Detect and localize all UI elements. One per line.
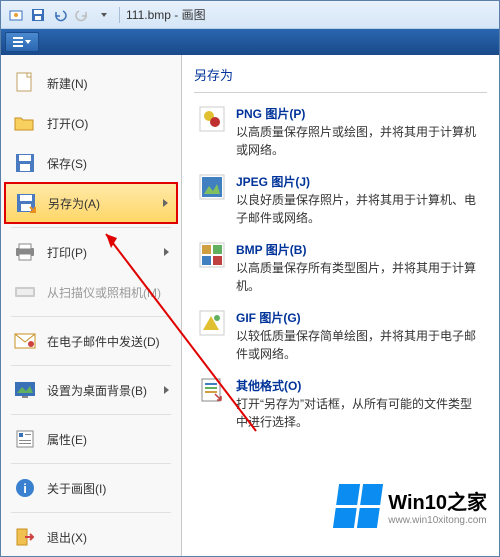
saveas-gif[interactable]: GIF 图片(G) 以较低质量保存简单绘图，并将其用于电子邮件或网络。 <box>194 303 487 369</box>
scanner-icon <box>13 280 37 304</box>
menu-wallpaper[interactable]: 设置为桌面背景(B) <box>5 370 177 410</box>
menu-icon <box>13 37 23 47</box>
menu-exit[interactable]: 退出(X) <box>5 517 177 557</box>
menu-about[interactable]: i 关于画图(I) <box>5 468 177 508</box>
menu-save[interactable]: 保存(S) <box>5 143 177 183</box>
saveas-jpeg[interactable]: JPEG 图片(J) 以良好质量保存照片，并将其用于计算机、电子邮件或网络。 <box>194 167 487 233</box>
format-text: BMP 图片(B) 以高质量保存所有类型图片，并将其用于计算机。 <box>236 241 483 295</box>
undo-icon[interactable] <box>51 6 69 24</box>
info-icon: i <box>13 476 37 500</box>
qat-dropdown-icon[interactable] <box>95 6 113 24</box>
separator <box>11 463 171 464</box>
separator <box>194 92 487 93</box>
menu-email[interactable]: 在电子邮件中发送(D) <box>5 321 177 361</box>
redo-icon[interactable] <box>73 6 91 24</box>
saveas-bmp[interactable]: BMP 图片(B) 以高质量保存所有类型图片，并将其用于计算机。 <box>194 235 487 301</box>
saveas-other[interactable]: 其他格式(O) 打开“另存为”对话框，从所有可能的文件类型中进行选择。 <box>194 371 487 437</box>
svg-text:i: i <box>23 481 27 496</box>
menu-label: 退出(X) <box>47 529 87 546</box>
png-icon <box>198 105 226 133</box>
separator <box>11 365 171 366</box>
submenu-title: 另存为 <box>194 65 487 84</box>
separator <box>11 512 171 513</box>
separator <box>11 227 171 228</box>
menu-label: 打印(P) <box>47 244 87 261</box>
menu-label: 保存(S) <box>47 155 87 172</box>
chevron-down-icon <box>25 40 31 44</box>
new-icon <box>13 71 37 95</box>
menu-label: 属性(E) <box>47 431 87 448</box>
saveas-png[interactable]: PNG 图片(P) 以高质量保存照片或绘图，并将其用于计算机或网络。 <box>194 99 487 165</box>
watermark: Win10之家 www.win10xitong.com <box>336 484 487 528</box>
properties-icon <box>13 427 37 451</box>
menu-label: 打开(O) <box>47 115 88 132</box>
watermark-url: www.win10xitong.com <box>388 515 487 526</box>
other-format-icon <box>198 377 226 405</box>
menu-label: 关于画图(I) <box>47 480 106 497</box>
save-qat-icon[interactable] <box>29 6 47 24</box>
menu-label: 另存为(A) <box>48 195 100 212</box>
open-icon <box>13 111 37 135</box>
saveas-submenu: 另存为 PNG 图片(P) 以高质量保存照片或绘图，并将其用于计算机或网络。 J… <box>182 55 499 556</box>
menu-new[interactable]: 新建(N) <box>5 63 177 103</box>
separator <box>11 414 171 415</box>
chevron-right-icon <box>163 199 168 207</box>
menu-label: 设置为桌面背景(B) <box>47 382 147 399</box>
menu-label: 新建(N) <box>47 75 88 92</box>
quick-access-toolbar <box>7 6 113 24</box>
save-icon <box>13 151 37 175</box>
menu-label: 从扫描仪或照相机(M) <box>47 284 161 301</box>
file-menu-button[interactable] <box>5 32 39 52</box>
menu-print[interactable]: 打印(P) <box>5 232 177 272</box>
watermark-title: Win10之家 <box>388 486 487 515</box>
format-text: PNG 图片(P) 以高质量保存照片或绘图，并将其用于计算机或网络。 <box>236 105 483 159</box>
print-icon <box>13 240 37 264</box>
menu-label: 在电子邮件中发送(D) <box>47 333 160 350</box>
exit-icon <box>13 525 37 549</box>
saveas-icon <box>14 191 38 215</box>
menu-properties[interactable]: 属性(E) <box>5 419 177 459</box>
file-menu-panel: 新建(N) 打开(O) 保存(S) 另存为(A) 打印(P) <box>1 55 499 556</box>
jpeg-icon <box>198 173 226 201</box>
wallpaper-icon <box>13 378 37 402</box>
menu-open[interactable]: 打开(O) <box>5 103 177 143</box>
menu-scanner[interactable]: 从扫描仪或照相机(M) <box>5 272 177 312</box>
ribbon-bar <box>1 29 499 55</box>
menu-saveas[interactable]: 另存为(A) <box>5 183 177 223</box>
gif-icon <box>198 309 226 337</box>
separator <box>11 316 171 317</box>
bmp-icon <box>198 241 226 269</box>
titlebar: 111.bmp - 画图 <box>1 1 499 29</box>
paint-window: 111.bmp - 画图 新建(N) 打开(O) 保存(S) <box>0 0 500 557</box>
window-title: 111.bmp - 画图 <box>126 6 206 23</box>
email-icon <box>13 329 37 353</box>
format-text: GIF 图片(G) 以较低质量保存简单绘图，并将其用于电子邮件或网络。 <box>236 309 483 363</box>
format-text: JPEG 图片(J) 以良好质量保存照片，并将其用于计算机、电子邮件或网络。 <box>236 173 483 227</box>
separator <box>119 7 120 23</box>
format-text: 其他格式(O) 打开“另存为”对话框，从所有可能的文件类型中进行选择。 <box>236 377 483 431</box>
chevron-right-icon <box>164 386 169 394</box>
chevron-right-icon <box>164 248 169 256</box>
file-menu-left: 新建(N) 打开(O) 保存(S) 另存为(A) 打印(P) <box>1 55 182 556</box>
app-icon <box>7 6 25 24</box>
windows-logo-icon <box>333 484 383 528</box>
